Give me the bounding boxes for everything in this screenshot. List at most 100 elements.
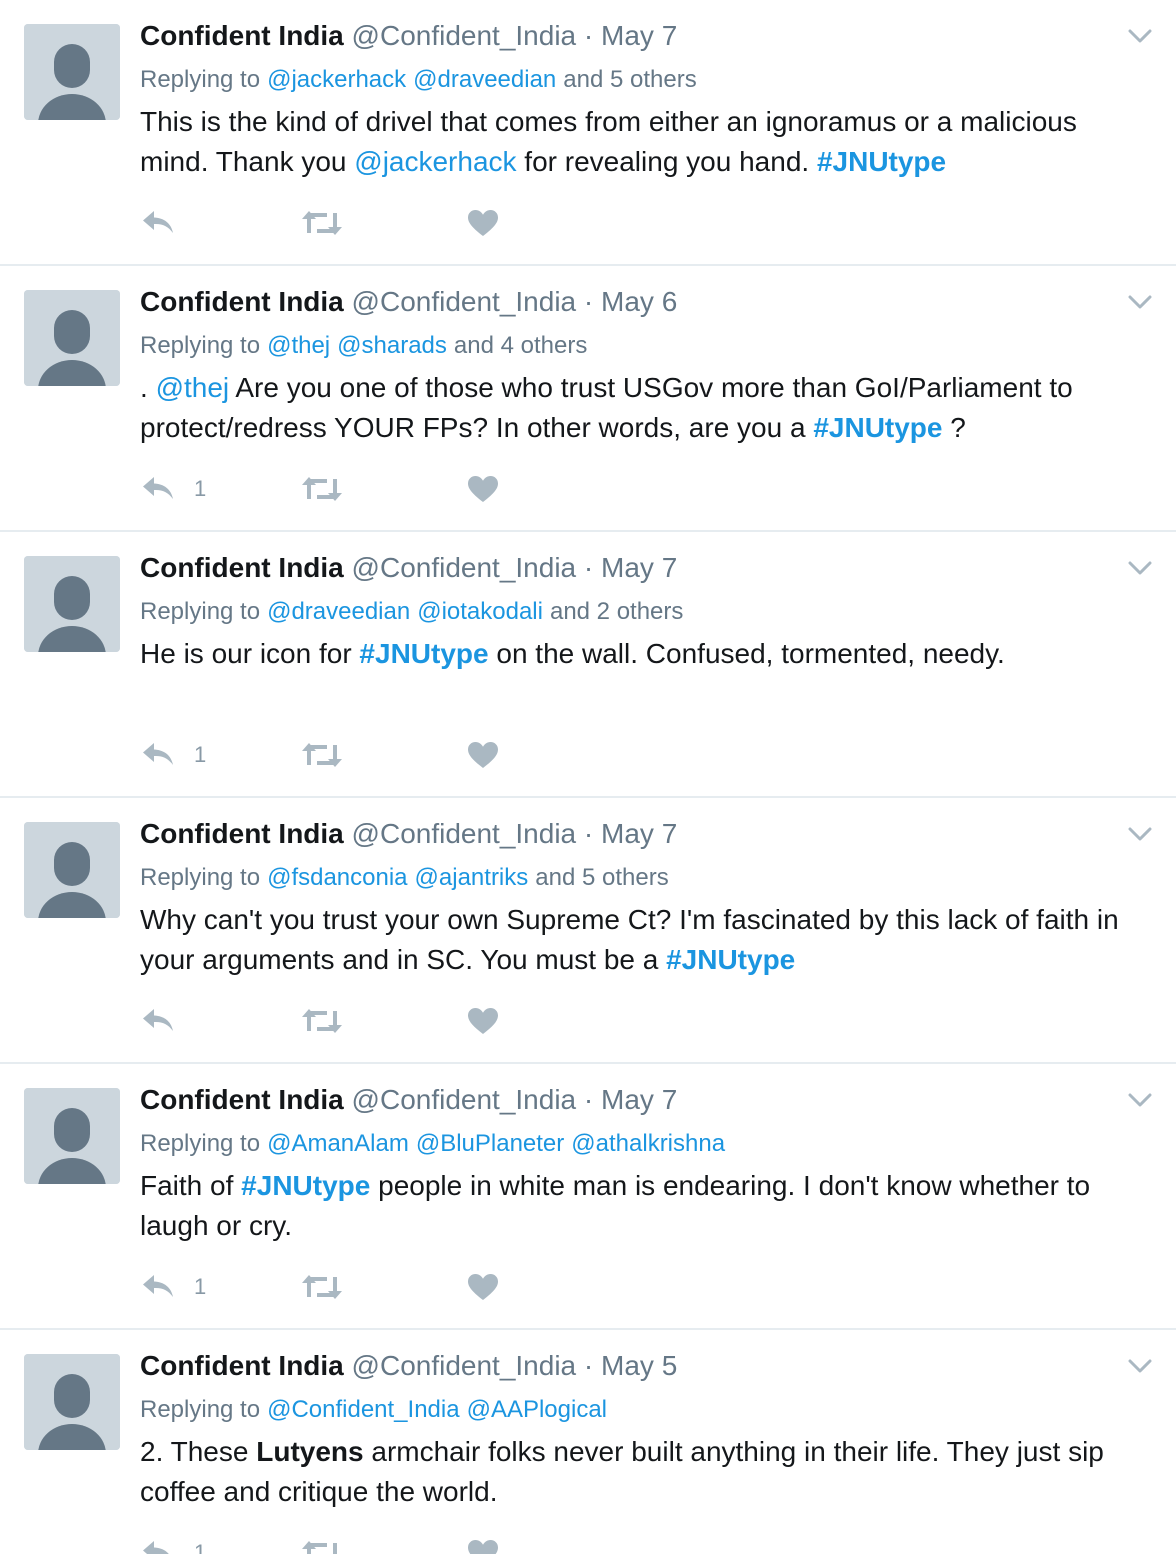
reply-mention-link[interactable]: @draveedian <box>413 66 556 93</box>
retweet-button[interactable] <box>300 203 344 243</box>
text-segment: Faith of <box>140 1170 242 1201</box>
retweet-button[interactable] <box>300 1267 344 1307</box>
like-button[interactable] <box>466 203 500 243</box>
retweet-icon <box>302 211 342 235</box>
reply-button[interactable]: 1 <box>140 735 206 775</box>
reply-button[interactable]: 1 <box>140 1267 206 1307</box>
tweet-actions: 1 <box>140 1267 540 1307</box>
reply-mention-link[interactable]: @ajantriks <box>415 864 529 891</box>
tweet-date[interactable]: May 7 <box>601 552 677 583</box>
retweet-button[interactable] <box>300 1533 344 1554</box>
user-handle[interactable]: @Confident_India <box>352 552 577 583</box>
reply-icon <box>143 743 173 765</box>
tweet[interactable]: Confident India @Confident_India · May 7… <box>0 1064 1176 1330</box>
reply-mention-link[interactable]: @Confident_India <box>267 1396 460 1423</box>
reply-button[interactable] <box>140 1001 194 1041</box>
tweet-content: Confident India @Confident_India · May 6… <box>140 284 1136 448</box>
tweet-header: Confident India @Confident_India · May 7 <box>140 816 1136 852</box>
tweet-actions <box>140 203 540 243</box>
default-avatar-icon[interactable] <box>24 822 120 918</box>
reply-button[interactable] <box>140 203 194 243</box>
reply-mention-link[interactable]: @draveedian <box>267 598 410 625</box>
retweet-button[interactable] <box>300 735 344 775</box>
default-avatar-icon[interactable] <box>24 290 120 386</box>
replying-to-label: Replying to <box>140 1396 261 1423</box>
user-handle[interactable]: @Confident_India <box>352 1350 577 1381</box>
tweet[interactable]: Confident India @Confident_India · May 7… <box>0 798 1176 1064</box>
hashtag-link[interactable]: #JNUtype <box>241 1170 370 1201</box>
reply-others[interactable]: and 5 others <box>563 66 696 93</box>
replying-to: Replying to @jackerhack @draveedian and 5 o… <box>140 64 1136 96</box>
replying-to-label: Replying to <box>140 66 261 93</box>
user-handle[interactable]: @Confident_India <box>352 20 577 51</box>
user-handle[interactable]: @Confident_India <box>352 1084 577 1115</box>
tweet-header: Confident India @Confident_India · May 7 <box>140 18 1136 54</box>
display-name[interactable]: Confident India <box>140 1084 344 1115</box>
tweet-actions: 1 <box>140 1533 540 1554</box>
reply-mention-link[interactable]: @BluPlaneter <box>416 1130 564 1157</box>
like-button[interactable] <box>466 1001 500 1041</box>
tweet-date[interactable]: May 7 <box>601 1084 677 1115</box>
display-name[interactable]: Confident India <box>140 286 344 317</box>
reply-icon <box>143 477 173 499</box>
mention-link[interactable]: @jackerhack <box>354 146 516 177</box>
display-name[interactable]: Confident India <box>140 1350 344 1381</box>
reply-mention-link[interactable]: @jackerhack <box>267 66 406 93</box>
tweet-content: Confident India @Confident_India · May 7… <box>140 550 1136 674</box>
reply-mention-link[interactable]: @athalkrishna <box>571 1130 725 1157</box>
default-avatar-icon[interactable] <box>24 1088 120 1184</box>
tweet-content: Confident India @Confident_India · May 7… <box>140 18 1136 182</box>
user-handle[interactable]: @Confident_India <box>352 818 577 849</box>
hashtag-link[interactable]: #JNUtype <box>817 146 946 177</box>
tweet[interactable]: Confident India @Confident_India · May 5… <box>0 1330 1176 1554</box>
user-handle[interactable]: @Confident_India <box>352 286 577 317</box>
reply-mention-link[interactable]: @sharads <box>337 332 447 359</box>
reply-icon <box>143 1009 173 1031</box>
display-name[interactable]: Confident India <box>140 552 344 583</box>
like-button[interactable] <box>466 1533 500 1554</box>
reply-others[interactable]: and 4 others <box>454 332 587 359</box>
tweet-content: Confident India @Confident_India · May 7… <box>140 816 1136 980</box>
default-avatar-icon[interactable] <box>24 24 120 120</box>
default-avatar-icon[interactable] <box>24 556 120 652</box>
retweet-button[interactable] <box>300 469 344 509</box>
display-name[interactable]: Confident India <box>140 818 344 849</box>
like-button[interactable] <box>466 469 500 509</box>
mention-link[interactable]: @thej <box>156 372 230 403</box>
like-button[interactable] <box>466 735 500 775</box>
retweet-button[interactable] <box>300 1001 344 1041</box>
reply-mention-link[interactable]: @thej <box>267 332 330 359</box>
tweet[interactable]: Confident India @Confident_India · May 7… <box>0 0 1176 266</box>
tweet-date[interactable]: May 7 <box>601 818 677 849</box>
separator-dot: · <box>583 286 594 317</box>
reply-mention-link[interactable]: @AAPlogical <box>467 1396 607 1423</box>
tweet-date[interactable]: May 6 <box>601 286 677 317</box>
tweet-date[interactable]: May 7 <box>601 20 677 51</box>
like-button[interactable] <box>466 1267 500 1307</box>
reply-button[interactable]: 1 <box>140 1533 206 1554</box>
reply-count: 1 <box>194 742 207 767</box>
reply-others[interactable]: and 5 others <box>535 864 668 891</box>
default-avatar-icon[interactable] <box>24 1354 120 1450</box>
tweet-content: Confident India @Confident_India · May 7… <box>140 1082 1136 1246</box>
tweet[interactable]: Confident India @Confident_India · May 6… <box>0 266 1176 532</box>
reply-icon <box>143 1541 169 1554</box>
hashtag-link[interactable]: #JNUtype <box>666 944 795 975</box>
display-name[interactable]: Confident India <box>140 20 344 51</box>
reply-icon <box>143 1275 173 1297</box>
tweet[interactable]: Confident India @Confident_India · May 7… <box>0 532 1176 798</box>
retweet-icon <box>302 743 342 767</box>
hashtag-link[interactable]: #JNUtype <box>813 412 942 443</box>
heart-icon <box>468 476 498 502</box>
hashtag-link[interactable]: #JNUtype <box>359 638 488 669</box>
reply-button[interactable]: 1 <box>140 469 206 509</box>
text-segment: ? <box>942 412 966 443</box>
reply-mention-link[interactable]: @iotakodali <box>417 598 543 625</box>
text-segment: for revealing you hand. <box>516 146 817 177</box>
separator-dot: · <box>583 1350 594 1381</box>
reply-mention-link[interactable]: @AmanAlam <box>267 1130 409 1157</box>
tweet-date[interactable]: May 5 <box>601 1350 677 1381</box>
reply-others[interactable]: and 2 others <box>550 598 683 625</box>
reply-mention-link[interactable]: @fsdanconia <box>267 864 407 891</box>
separator-dot: · <box>583 1084 594 1115</box>
